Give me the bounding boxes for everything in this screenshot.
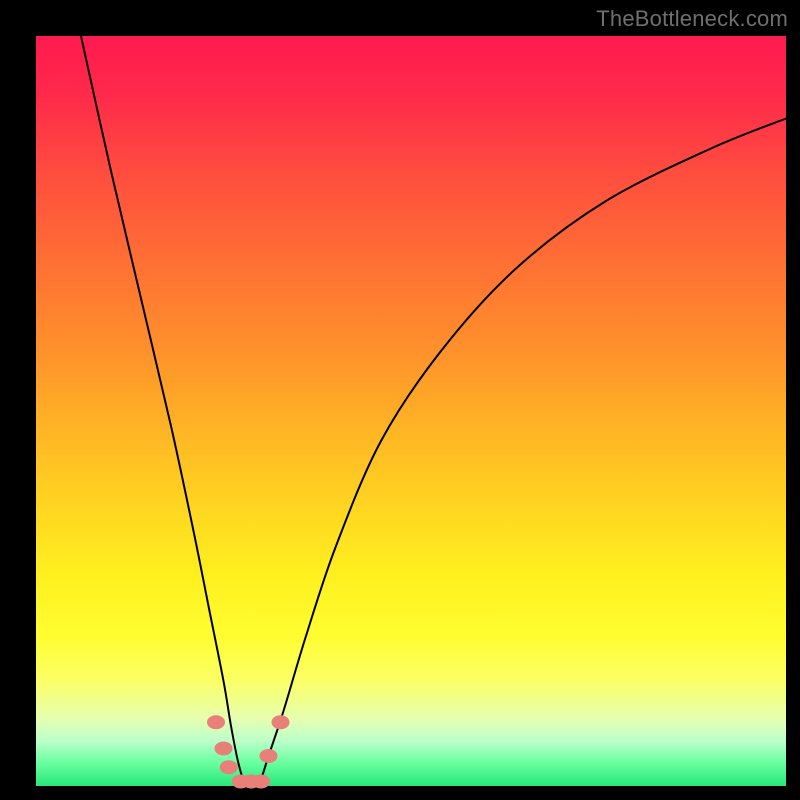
trough-marker [215, 742, 233, 756]
watermark-text: TheBottleneck.com [596, 6, 788, 32]
plot-area [36, 36, 786, 786]
trough-marker [260, 749, 278, 763]
bottleneck-curve [81, 36, 786, 788]
trough-marker [272, 715, 290, 729]
curve-group [81, 36, 786, 788]
chart-svg [36, 36, 786, 786]
trough-marker [207, 715, 225, 729]
trough-marker [220, 760, 238, 774]
marker-group [207, 715, 290, 788]
outer-frame: TheBottleneck.com [0, 0, 800, 800]
trough-marker [252, 775, 270, 789]
